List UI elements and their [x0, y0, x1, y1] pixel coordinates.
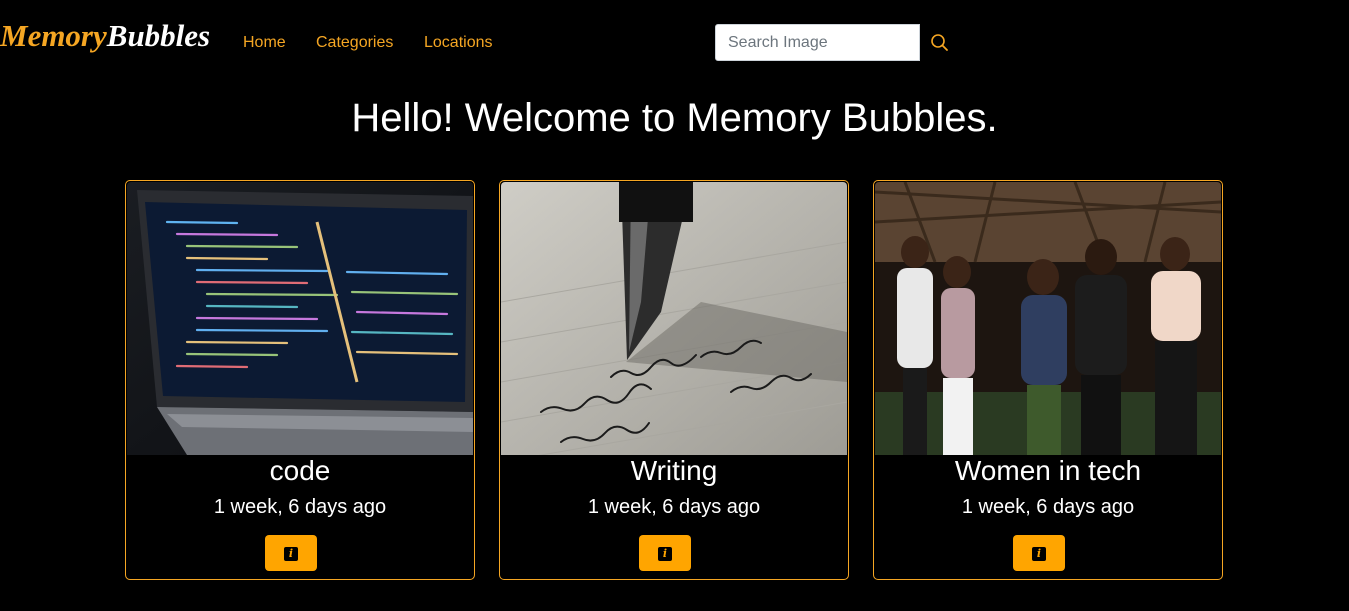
- nav-locations-link[interactable]: Locations: [424, 33, 493, 53]
- info-button[interactable]: i: [639, 535, 691, 571]
- laptop-code-photo: [127, 182, 473, 455]
- card-timestamp: 1 week, 6 days ago: [961, 496, 1135, 518]
- card-title: code: [269, 455, 331, 486]
- navbar: MemoryBubbles Home Categories Locations: [0, 0, 1349, 86]
- card-title: Women in tech: [954, 455, 1142, 486]
- brand-part-bubbles: Bubbles: [106, 18, 211, 53]
- card-timestamp: 1 week, 6 days ago: [587, 496, 761, 518]
- info-button[interactable]: i: [1013, 535, 1065, 571]
- card-title: Writing: [630, 455, 718, 486]
- search-button[interactable]: [926, 29, 954, 57]
- card-image[interactable]: [501, 182, 847, 455]
- card-image[interactable]: [127, 182, 473, 455]
- brand-part-memory: Memory: [0, 18, 107, 53]
- card-timestamp: 1 week, 6 days ago: [213, 496, 387, 518]
- search-input[interactable]: [715, 24, 920, 61]
- group-photo: [875, 182, 1221, 455]
- info-icon: i: [658, 546, 672, 561]
- brand-logo[interactable]: MemoryBubbles: [0, 16, 210, 56]
- info-icon: i: [1032, 546, 1046, 561]
- nav-home-link[interactable]: Home: [243, 33, 286, 53]
- info-button[interactable]: i: [265, 535, 317, 571]
- image-card-code: code 1 week, 6 days ago i: [125, 180, 475, 580]
- fountain-pen-photo: [501, 182, 847, 455]
- image-card-writing: Writing 1 week, 6 days ago i: [499, 180, 849, 580]
- image-card-women-in-tech: Women in tech 1 week, 6 days ago i: [873, 180, 1223, 580]
- card-image[interactable]: [875, 182, 1221, 455]
- search-icon: [931, 34, 948, 51]
- nav-categories-link[interactable]: Categories: [316, 33, 393, 53]
- welcome-heading: Hello! Welcome to Memory Bubbles.: [351, 96, 998, 140]
- info-icon: i: [284, 546, 298, 561]
